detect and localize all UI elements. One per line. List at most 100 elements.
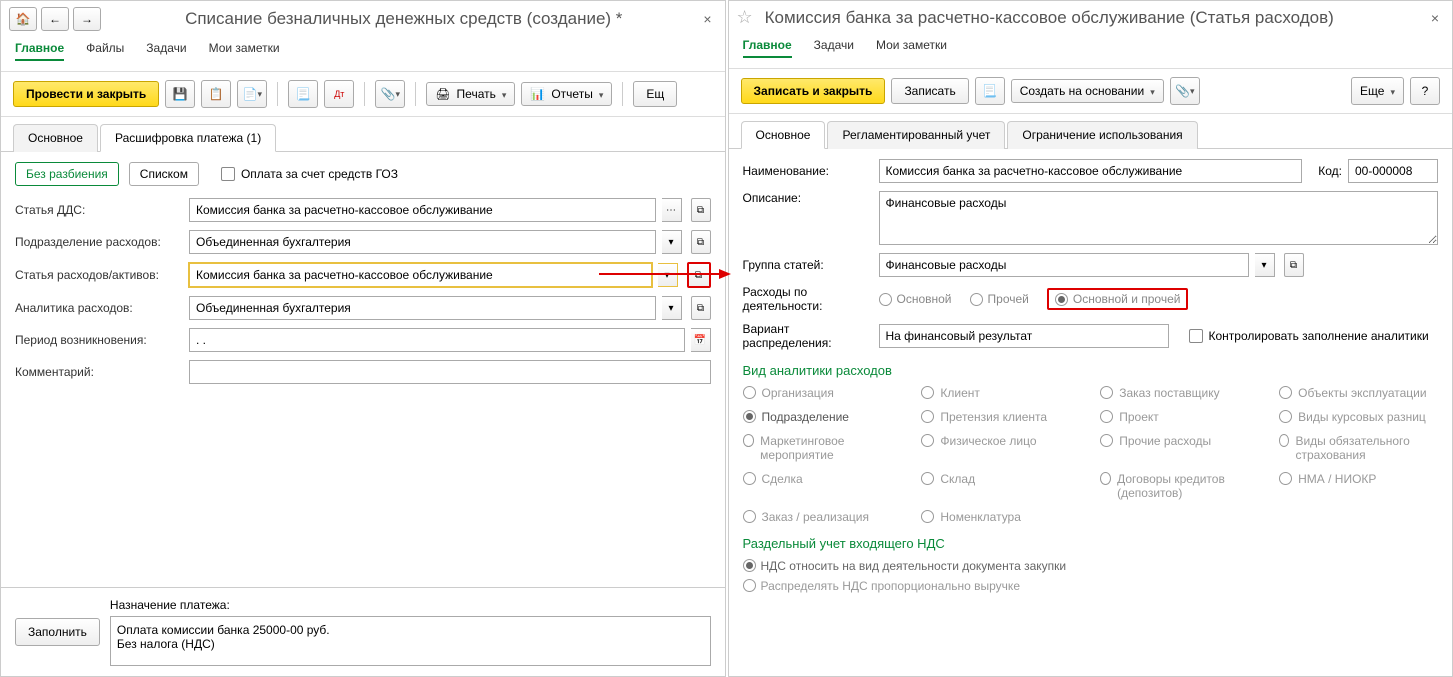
analytics-radio-10[interactable]: Прочие расходы bbox=[1100, 434, 1259, 462]
dds-dots[interactable]: ⋯ bbox=[662, 198, 682, 222]
dds-open-icon[interactable]: ⧉ bbox=[691, 198, 711, 222]
activity-radio-main[interactable]: Основной bbox=[879, 292, 952, 306]
list-icon[interactable]: 📃 bbox=[288, 80, 318, 108]
analytics-radio-0[interactable]: Организация bbox=[743, 386, 902, 400]
analytics-radio-17[interactable]: Номенклатура bbox=[921, 510, 1080, 524]
analytics-radio-13[interactable]: Склад bbox=[921, 472, 1080, 500]
activity-label: Расходы по деятельности: bbox=[743, 285, 873, 314]
code-input[interactable] bbox=[1348, 159, 1438, 183]
calendar-icon[interactable]: 📅 bbox=[691, 328, 711, 352]
post-icon[interactable]: 📋 bbox=[201, 80, 231, 108]
comment-input[interactable] bbox=[189, 360, 711, 384]
dist-input[interactable]: На финансовый результат bbox=[879, 324, 1169, 348]
vat-section-title: Раздельный учет входящего НДС bbox=[743, 536, 1439, 551]
analytics-radio-8[interactable]: Маркетинговое мероприятие bbox=[743, 434, 902, 462]
list-icon-r[interactable]: 📃 bbox=[975, 77, 1005, 105]
menu-main[interactable]: Главное bbox=[15, 41, 64, 61]
menu-tasks-r[interactable]: Задачи bbox=[814, 38, 854, 58]
tab-main-r[interactable]: Основное bbox=[741, 121, 826, 149]
analytics-radio-4[interactable]: Подразделение bbox=[743, 410, 902, 424]
period-input[interactable]: . . bbox=[189, 328, 685, 352]
mode-no-split[interactable]: Без разбиения bbox=[15, 162, 119, 186]
analytics-radio-1[interactable]: Клиент bbox=[921, 386, 1080, 400]
tab-restriction[interactable]: Ограничение использования bbox=[1007, 121, 1197, 149]
print-button[interactable]: 🖨 Печать bbox=[426, 82, 515, 106]
back-icon[interactable]: ← bbox=[41, 7, 69, 31]
dept-input[interactable]: Объединенная бухгалтерия bbox=[189, 230, 656, 254]
analytics-input[interactable]: Объединенная бухгалтерия bbox=[189, 296, 656, 320]
purpose-textarea[interactable]: Оплата комиссии банка 25000-00 руб. Без … bbox=[110, 616, 711, 666]
analytics-radio-12[interactable]: Сделка bbox=[743, 472, 902, 500]
close-icon-right[interactable]: × bbox=[1426, 9, 1444, 27]
save-icon[interactable]: 💾 bbox=[165, 80, 195, 108]
desc-textarea[interactable] bbox=[879, 191, 1439, 245]
dept-dd[interactable]: ▾ bbox=[662, 230, 682, 254]
mode-list[interactable]: Списком bbox=[129, 162, 199, 186]
tab-main[interactable]: Основное bbox=[13, 124, 98, 152]
exp-label: Статья расходов/активов: bbox=[15, 268, 183, 282]
analytics-radio-3[interactable]: Объекты эксплуатации bbox=[1279, 386, 1438, 400]
code-label: Код: bbox=[1318, 164, 1342, 178]
arrow-indicator bbox=[599, 268, 731, 280]
menu-notes[interactable]: Мои заметки bbox=[209, 41, 280, 61]
analytics-dd[interactable]: ▾ bbox=[662, 296, 682, 320]
analytics-radio-15[interactable]: НМА / НИОКР bbox=[1279, 472, 1438, 500]
analytics-radio-9[interactable]: Физическое лицо bbox=[921, 434, 1080, 462]
name-label: Наименование: bbox=[743, 164, 873, 178]
analytics-radio-7[interactable]: Виды курсовых разниц bbox=[1279, 410, 1438, 424]
create-based-button[interactable]: Создать на основании bbox=[1011, 79, 1164, 103]
home-icon[interactable]: 🏠 bbox=[9, 7, 37, 31]
vat-radio-dist[interactable]: Распределять НДС пропорционально выручке bbox=[743, 579, 1439, 593]
name-input[interactable] bbox=[879, 159, 1303, 183]
vat-radio-doc[interactable]: НДС относить на вид деятельности докумен… bbox=[743, 559, 1439, 573]
analytics-label: Аналитика расходов: bbox=[15, 301, 183, 315]
analytics-radio-5[interactable]: Претензия клиента bbox=[921, 410, 1080, 424]
analytics-radio-14[interactable]: Договоры кредитов (депозитов) bbox=[1100, 472, 1259, 500]
menu-main-r[interactable]: Главное bbox=[743, 38, 792, 58]
menu-notes-r[interactable]: Мои заметки bbox=[876, 38, 947, 58]
dept-open-icon[interactable]: ⧉ bbox=[691, 230, 711, 254]
group-open-icon[interactable]: ⧉ bbox=[1284, 253, 1304, 277]
tab-accounting[interactable]: Регламентированный учет bbox=[827, 121, 1005, 149]
dt-kt-icon[interactable]: Дт bbox=[324, 80, 354, 108]
analytics-open-icon[interactable]: ⧉ bbox=[691, 296, 711, 320]
analytics-radio-6[interactable]: Проект bbox=[1100, 410, 1259, 424]
analytics-radio-2[interactable]: Заказ поставщику bbox=[1100, 386, 1259, 400]
analytics-radio-16[interactable]: Заказ / реализация bbox=[743, 510, 902, 524]
forward-icon[interactable]: → bbox=[73, 7, 101, 31]
attach-icon[interactable]: 📎 bbox=[375, 80, 405, 108]
purpose-label: Назначение платежа: bbox=[110, 598, 711, 612]
reports-button[interactable]: 📊 Отчеты bbox=[521, 82, 612, 106]
dds-input[interactable]: Комиссия банка за расчетно-кассовое обсл… bbox=[189, 198, 656, 222]
dist-label: Вариант распределения: bbox=[743, 322, 873, 351]
analytics-section-title: Вид аналитики расходов bbox=[743, 363, 1439, 378]
group-input[interactable]: Финансовые расходы bbox=[879, 253, 1249, 277]
save-button[interactable]: Записать bbox=[891, 78, 968, 104]
help-icon[interactable]: ? bbox=[1410, 77, 1440, 105]
activity-radio-both[interactable]: Основной и прочей bbox=[1055, 292, 1181, 306]
tab-detail[interactable]: Расшифровка платежа (1) bbox=[100, 124, 276, 152]
group-dd[interactable]: ▾ bbox=[1255, 253, 1275, 277]
window-title-left: Списание безналичных денежных средств (с… bbox=[113, 9, 695, 29]
post-close-button[interactable]: Провести и закрыть bbox=[13, 81, 159, 107]
activity-radio-other[interactable]: Прочей bbox=[970, 292, 1029, 306]
save-close-button[interactable]: Записать и закрыть bbox=[741, 78, 886, 104]
fill-button[interactable]: Заполнить bbox=[15, 618, 100, 646]
misc-dd-icon[interactable]: 📄 bbox=[237, 80, 267, 108]
exp-input[interactable]: Комиссия банка за расчетно-кассовое обсл… bbox=[189, 263, 652, 287]
period-label: Период возникновения: bbox=[15, 333, 183, 347]
menu-files[interactable]: Файлы bbox=[86, 41, 124, 61]
star-icon[interactable]: ☆ bbox=[737, 7, 753, 28]
window-title-right: Комиссия банка за расчетно-кассовое обсл… bbox=[765, 8, 1422, 28]
group-label: Группа статей: bbox=[743, 258, 873, 272]
control-checkbox[interactable]: Контролировать заполнение аналитики bbox=[1189, 329, 1429, 343]
dds-label: Статья ДДС: bbox=[15, 203, 183, 217]
close-icon[interactable]: × bbox=[699, 10, 717, 28]
goz-checkbox[interactable]: Оплата за счет средств ГОЗ bbox=[221, 167, 398, 181]
menu-tasks[interactable]: Задачи bbox=[146, 41, 186, 61]
attach-icon-r[interactable]: 📎 bbox=[1170, 77, 1200, 105]
analytics-radio-11[interactable]: Виды обязательного страхования bbox=[1279, 434, 1438, 462]
dept-label: Подразделение расходов: bbox=[15, 235, 183, 249]
more-button[interactable]: Ещ bbox=[633, 81, 677, 107]
more-button-r[interactable]: Еще bbox=[1351, 77, 1404, 105]
